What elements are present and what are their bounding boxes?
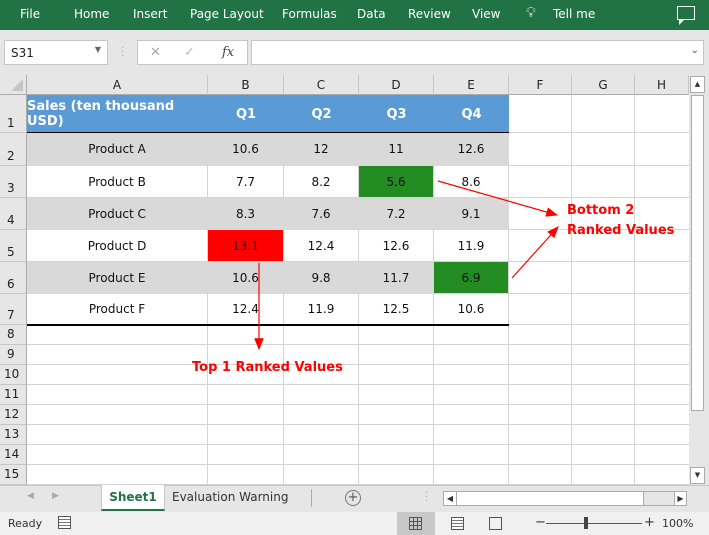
scroll-down-button[interactable]: ▼ [690,467,705,484]
bottom-2-label-line1: Bottom 2 [567,203,635,218]
vertical-scroll-thumb[interactable] [691,95,704,411]
chevron-down-icon[interactable]: ▼ [95,45,101,54]
tab-insert[interactable]: Insert [133,7,167,21]
normal-view-button[interactable] [397,512,435,535]
drag-handle-icon[interactable]: · · · [121,44,124,62]
sheet-tab-sheet1[interactable]: Sheet1 [101,485,165,511]
formula-input[interactable]: ⌄ [251,40,704,65]
scroll-up-button[interactable]: ▲ [690,76,705,93]
status-ready: Ready [8,517,43,530]
bottom-2-label-line2: Ranked Values [567,223,675,238]
comments-icon[interactable] [677,6,695,25]
expand-formula-bar-icon[interactable]: ⌄ [691,45,699,56]
vertical-scrollbar[interactable]: ▲ ▼ [689,75,706,485]
horizontal-scrollbar[interactable]: ◀ ▶ [443,491,687,506]
enter-icon[interactable]: ✓ [184,45,195,60]
formula-bar-area: S31 ▼ · · · ✕ ✓ fx ⌄ [0,30,709,75]
scroll-right-button[interactable]: ▶ [674,492,686,505]
zoom-in-button[interactable]: + [644,515,655,530]
status-bar: Ready − + 100% [0,512,709,535]
next-sheet-icon[interactable]: ▶ [52,491,59,501]
tab-home[interactable]: Home [74,7,109,21]
arrow-to-bottom-label-1 [437,180,559,217]
tab-splitter-handle[interactable]: · · · [425,489,428,507]
scroll-left-button[interactable]: ◀ [444,492,456,505]
tab-data[interactable]: Data [357,7,386,21]
name-box-value: S31 [11,46,34,60]
add-sheet-button[interactable]: + [345,490,361,506]
tab-review[interactable]: Review [408,7,451,21]
prev-sheet-icon[interactable]: ◀ [27,491,34,501]
tab-view[interactable]: View [472,7,500,21]
name-box[interactable]: S31 ▼ [4,40,108,65]
tab-file[interactable]: File [20,7,40,21]
ribbon: File Home Insert Page Layout Formulas Da… [0,0,709,30]
lightbulb-icon: 💡︎ [526,5,536,21]
arrow-to-bottom-label-2 [511,226,559,279]
page-break-preview-icon[interactable] [489,517,502,530]
tab-separator [311,489,312,507]
insert-function-icon[interactable]: fx [222,45,234,60]
tab-formulas[interactable]: Formulas [282,7,337,21]
zoom-slider[interactable] [546,523,642,524]
macro-recording-icon[interactable] [58,516,71,529]
sheet-tab-evaluation-warning[interactable]: Evaluation Warning [172,490,288,504]
top-1-label: Top 1 Ranked Values [192,360,343,375]
zoom-out-button[interactable]: − [535,515,546,530]
zoom-level[interactable]: 100% [662,517,693,530]
grid-icon [409,517,422,530]
tell-me-search[interactable]: Tell me [553,7,595,21]
page-layout-view-icon[interactable] [451,517,464,530]
zoom-slider-thumb[interactable] [584,517,588,529]
annotation-arrows [254,180,559,351]
worksheet-grid[interactable]: A B C D E F G H 1 2 3 4 5 6 7 8 9 10 11 … [0,75,689,485]
sheet-tab-bar: ◀ ▶ Sheet1 Evaluation Warning + · · · ◀ ▶ [0,485,709,512]
formula-buttons: ✕ ✓ fx [137,40,248,65]
cancel-icon[interactable]: ✕ [150,45,161,60]
horizontal-scroll-thumb[interactable] [456,492,644,505]
tab-page-layout[interactable]: Page Layout [190,7,264,21]
